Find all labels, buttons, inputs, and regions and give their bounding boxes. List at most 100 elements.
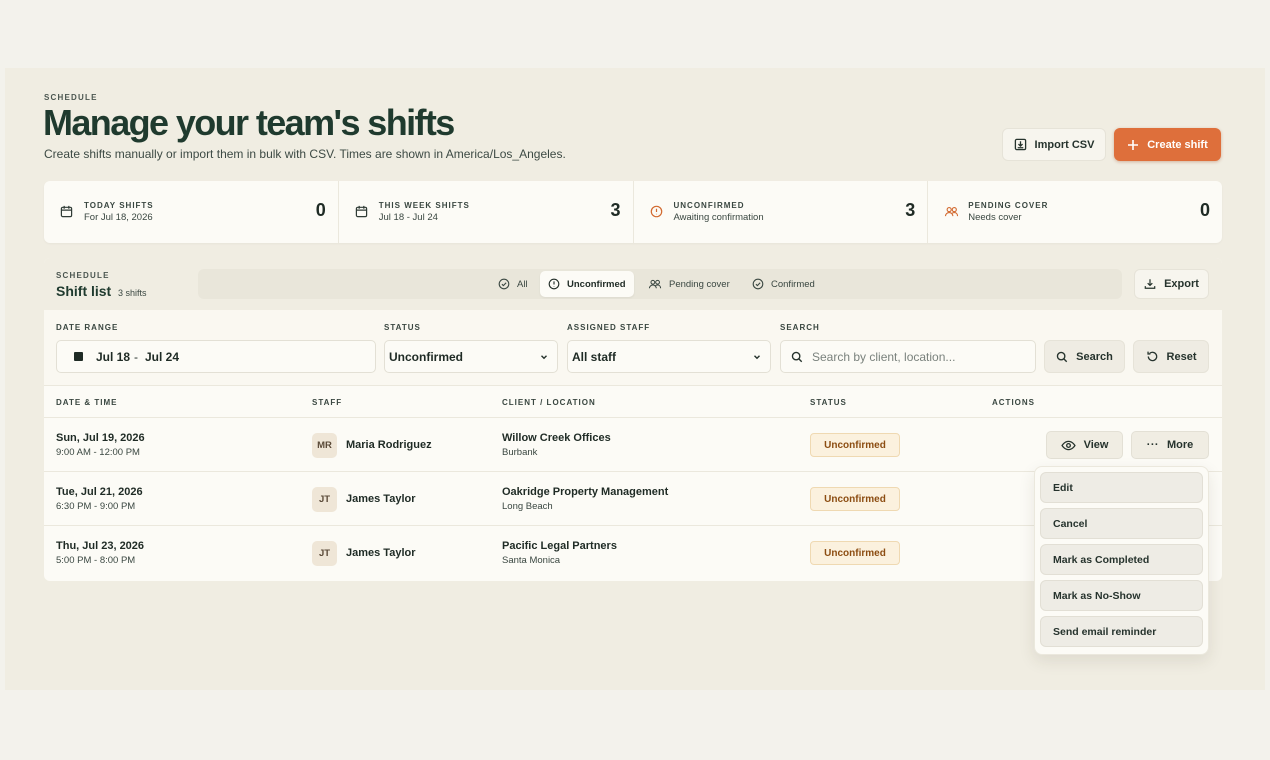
create-shift-button[interactable]: Create shift	[1114, 128, 1221, 161]
reset-button-label: Reset	[1166, 350, 1197, 363]
search-button-label: Search	[1076, 350, 1113, 363]
shift-time: 9:00 AM - 12:00 PM	[56, 447, 140, 458]
search-label: SEARCH	[780, 323, 820, 332]
import-csv-button[interactable]: Import CSV	[1002, 128, 1106, 161]
alert-circle-icon	[548, 278, 560, 290]
assigned-staff-label: ASSIGNED STAFF	[567, 323, 651, 332]
page-subtitle: Create shifts manually or import them in…	[44, 147, 566, 161]
plus-icon	[1127, 139, 1139, 151]
client-name: Pacific Legal Partners	[502, 540, 617, 552]
date-from: Jul 18	[96, 349, 131, 364]
menu-item-edit[interactable]: Edit	[1040, 472, 1203, 503]
export-label: Export	[1164, 278, 1199, 290]
calendar-icon	[355, 205, 368, 218]
menu-item-cancel[interactable]: Cancel	[1040, 508, 1203, 539]
stat-label: PENDING COVER	[968, 201, 1049, 210]
date-range-label: DATE RANGE	[56, 323, 119, 332]
list-eyebrow: SCHEDULE	[56, 271, 110, 280]
shift-date: Tue, Jul 21, 2026	[56, 486, 143, 498]
stat-sub: Needs cover	[968, 212, 1022, 223]
stat-value: 0	[315, 200, 326, 220]
column-actions: ACTIONS	[992, 398, 1035, 407]
stat-unconfirmed: UNCONFIRMED Awaiting confirmation 3	[634, 181, 929, 243]
staff-select[interactable]: All staff	[567, 340, 771, 373]
staff-name: James Taylor	[346, 547, 416, 559]
table-row: Sun, Jul 19, 2026 9:00 AM - 12:00 PM MR …	[44, 418, 1222, 472]
export-button[interactable]: Export	[1134, 269, 1209, 299]
menu-item-send-email-reminder[interactable]: Send email reminder	[1040, 616, 1203, 647]
date-separator: -	[134, 349, 138, 364]
check-circle-icon	[498, 278, 510, 290]
stats-bar: TODAY SHIFTS For Jul 18, 2026 0 THIS WEE…	[44, 181, 1222, 243]
tab-pending-cover[interactable]: Pending cover	[640, 271, 738, 297]
list-title: Shift list	[56, 283, 112, 299]
shift-date: Sun, Jul 19, 2026	[56, 432, 145, 444]
client-location: Burbank	[502, 447, 538, 458]
stat-value: 3	[905, 200, 916, 220]
status-select-value: Unconfirmed	[389, 349, 464, 364]
chevron-down-icon	[539, 351, 549, 365]
stat-label: TODAY SHIFTS	[84, 201, 154, 210]
avatar: MR	[312, 433, 337, 458]
shift-time: 5:00 PM - 8:00 PM	[56, 555, 136, 566]
calendar-square-icon	[74, 352, 83, 361]
download-icon	[1144, 278, 1156, 290]
status-badge: Unconfirmed	[810, 487, 900, 511]
tab-confirmed-label: Confirmed	[771, 278, 815, 290]
stat-today-shifts: TODAY SHIFTS For Jul 18, 2026 0	[44, 181, 339, 243]
calendar-icon	[60, 205, 73, 218]
column-status: STATUS	[810, 398, 847, 407]
stat-value: 0	[1199, 200, 1210, 220]
client-name: Oakridge Property Management	[502, 486, 669, 498]
status-tabs: All Unconfirmed Pending cover Confirmed	[198, 269, 1122, 299]
status-select[interactable]: Unconfirmed	[384, 340, 558, 373]
view-button-label: View	[1083, 439, 1109, 451]
reset-icon	[1146, 350, 1159, 363]
stat-sub: Awaiting confirmation	[673, 212, 764, 223]
staff-select-value: All staff	[572, 349, 617, 364]
status-label: STATUS	[384, 323, 421, 332]
more-dots-icon: ...	[1146, 436, 1159, 448]
tab-unconfirmed-label: Unconfirmed	[567, 278, 626, 290]
client-location: Santa Monica	[502, 555, 561, 566]
tab-unconfirmed[interactable]: Unconfirmed	[540, 271, 634, 297]
search-icon	[791, 351, 803, 363]
tab-all[interactable]: All	[490, 271, 536, 297]
more-button[interactable]: ... More	[1131, 431, 1209, 459]
date-to: Jul 24	[145, 349, 180, 364]
column-date-time: DATE & TIME	[56, 398, 118, 407]
stat-sub: For Jul 18, 2026	[84, 212, 153, 223]
search-placeholder: Search by client, location...	[812, 349, 956, 364]
menu-item-mark-no-show[interactable]: Mark as No-Show	[1040, 580, 1203, 611]
create-shift-label: Create shift	[1147, 138, 1208, 151]
more-button-label: More	[1166, 439, 1194, 451]
stat-pending-cover: PENDING COVER Needs cover 0	[928, 181, 1222, 243]
reset-button[interactable]: Reset	[1133, 340, 1209, 373]
search-button[interactable]: Search	[1044, 340, 1125, 373]
search-input[interactable]: Search by client, location...	[780, 340, 1036, 373]
search-icon	[1056, 351, 1068, 363]
list-count: 3 shifts	[118, 288, 147, 298]
table-header: DATE & TIME STAFF CLIENT / LOCATION STAT…	[44, 386, 1222, 418]
filter-bar: DATE RANGE Jul 18 - Jul 24 STATUS Unconf…	[44, 310, 1222, 386]
stat-value: 3	[610, 200, 621, 220]
stat-week-shifts: THIS WEEK SHIFTS Jul 18 - Jul 24 3	[339, 181, 634, 243]
tab-confirmed[interactable]: Confirmed	[744, 271, 823, 297]
menu-item-mark-completed[interactable]: Mark as Completed	[1040, 544, 1203, 575]
alert-circle-icon	[650, 205, 663, 218]
stat-label: UNCONFIRMED	[673, 201, 745, 210]
avatar: JT	[312, 541, 337, 566]
column-staff: STAFF	[312, 398, 343, 407]
date-range-field[interactable]: Jul 18 - Jul 24	[56, 340, 376, 373]
view-button[interactable]: View	[1046, 431, 1123, 459]
page-eyebrow: SCHEDULE	[44, 93, 98, 102]
users-icon	[944, 205, 959, 218]
client-name: Willow Creek Offices	[502, 432, 611, 444]
client-location: Long Beach	[502, 501, 553, 512]
shift-time: 6:30 PM - 9:00 PM	[56, 501, 136, 512]
staff-name: Maria Rodriguez	[346, 439, 432, 451]
column-client-location: CLIENT / LOCATION	[502, 398, 596, 407]
more-actions-menu: Edit Cancel Mark as Completed Mark as No…	[1034, 466, 1209, 655]
import-icon	[1014, 138, 1027, 151]
staff-name: James Taylor	[346, 493, 416, 505]
